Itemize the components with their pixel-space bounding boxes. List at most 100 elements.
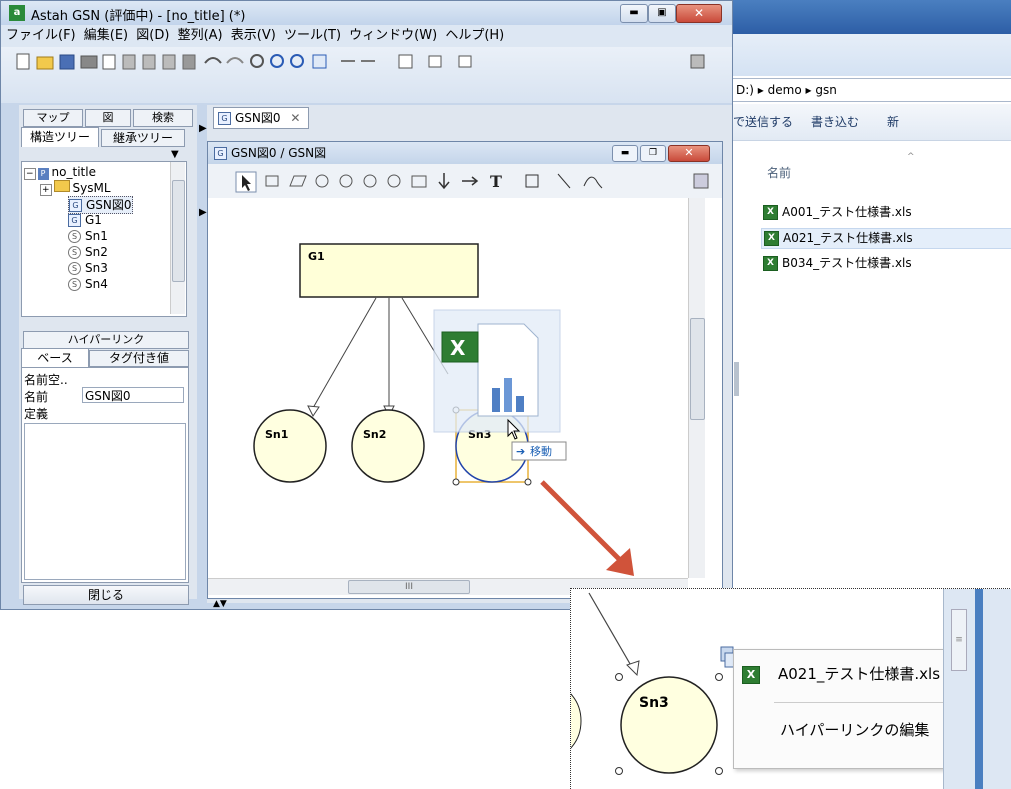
tab-tagged-values[interactable]: タグ付き値 (89, 350, 189, 367)
collapse-icon[interactable]: − (24, 168, 36, 180)
address-bar[interactable]: D:) ▸ demo ▸ gsn (731, 78, 1011, 102)
tree-item-sysml[interactable]: + SysML (40, 180, 111, 196)
image-tool-icon[interactable] (693, 173, 709, 189)
resize-handle[interactable] (615, 767, 623, 775)
menu-align[interactable]: 整列(A) (178, 28, 223, 43)
tree-item-sn1[interactable]: S Sn1 (68, 228, 108, 244)
path-segment-drive[interactable]: D:) (736, 83, 754, 97)
close-tab-icon[interactable]: ✕ (290, 111, 300, 125)
menu-tools[interactable]: ツール(T) (284, 28, 341, 43)
vertical-scroll-thumb[interactable] (690, 318, 705, 420)
diagram-restore-button[interactable]: ❐ (640, 145, 666, 162)
dropdown-arrow-icon[interactable]: ▼ (171, 149, 179, 160)
undo-icon[interactable] (204, 57, 222, 64)
menu-edit[interactable]: 編集(E) (84, 28, 128, 43)
in-context-tool-icon[interactable] (462, 176, 479, 186)
collapse-arrow-icon[interactable]: ▶ (199, 207, 207, 218)
module-tool-icon[interactable] (411, 175, 427, 188)
tree-item-project[interactable]: − Pno_title (24, 164, 96, 180)
supported-by-tool-icon[interactable] (438, 173, 450, 190)
path-segment-gsn[interactable]: gsn (815, 83, 836, 97)
solution-tool-icon[interactable] (315, 174, 329, 188)
definition-field[interactable] (24, 423, 186, 580)
menu-file[interactable]: ファイル(F) (6, 28, 76, 43)
tree-scroll-thumb[interactable] (172, 180, 185, 282)
color-icon[interactable] (690, 54, 705, 69)
diagram-close-button[interactable]: ✕ (668, 145, 710, 162)
burn-button[interactable]: 書き込む (811, 104, 859, 140)
open-folder-icon[interactable] (36, 56, 54, 70)
vertical-scrollbar[interactable] (688, 198, 705, 578)
diagram-minimize-button[interactable]: ▬ (612, 145, 638, 162)
delete-icon[interactable] (182, 54, 196, 70)
doc-tab-gsn0[interactable]: G GSN図0 ✕ (213, 107, 309, 129)
assumption-tool-icon[interactable] (387, 174, 401, 188)
expand-arrows-icon[interactable]: ▲▼ (213, 599, 227, 609)
menu-window[interactable]: ウィンドウ(W) (349, 28, 437, 43)
zoom-icon[interactable] (250, 54, 264, 68)
close-button[interactable]: ✕ (676, 4, 722, 23)
tab-structure-tree[interactable]: 構造ツリー (21, 127, 99, 147)
zoom-out-icon[interactable] (290, 54, 304, 68)
line-tool-icon[interactable] (557, 173, 571, 189)
copy-icon[interactable] (142, 54, 156, 70)
new-button[interactable]: 新 (887, 104, 899, 140)
print-icon[interactable] (80, 55, 98, 69)
align-icon[interactable] (428, 55, 442, 68)
structure-tree[interactable]: − Pno_title + SysML G GSN図0 G G1 S Sn1 S Sn2 S… (21, 161, 187, 317)
redo-icon[interactable] (226, 57, 244, 64)
maximize-button[interactable]: ▣ (648, 4, 676, 23)
layout-icon[interactable] (398, 54, 413, 69)
solution-node-sn2[interactable]: Sn2 (351, 409, 425, 483)
send-button[interactable]: で送信する (733, 104, 793, 140)
fit-icon[interactable] (312, 54, 327, 69)
zoom-sn3-node[interactable]: Sn3 (615, 673, 723, 775)
freehand-tool-icon[interactable] (583, 176, 603, 189)
zoom-in-icon[interactable] (270, 54, 284, 68)
explorer-splitter[interactable] (734, 362, 739, 396)
horizontal-scroll-thumb[interactable]: III (348, 580, 470, 594)
tree-scrollbar[interactable] (170, 162, 185, 314)
select-tool-icon[interactable] (235, 171, 257, 193)
resize-handle[interactable] (615, 673, 623, 681)
tab-diagram[interactable]: 図 (85, 109, 131, 127)
tab-hyperlink[interactable]: ハイパーリンク (23, 331, 189, 349)
tab-map[interactable]: マップ (23, 109, 83, 127)
justification-tool-icon[interactable] (363, 174, 377, 188)
menu-help[interactable]: ヘルプ(H) (445, 28, 504, 43)
text-tool-icon[interactable]: T (490, 172, 502, 191)
file-row[interactable]: X A001_テスト仕様書.xls (763, 203, 912, 221)
menu-diagram[interactable]: 図(D) (136, 28, 169, 43)
resize-handle[interactable] (452, 478, 460, 486)
tree-item-sn3[interactable]: S Sn3 (68, 260, 108, 276)
cut-icon[interactable] (122, 54, 136, 70)
resize-handle[interactable] (715, 767, 723, 775)
strategy-tool-icon[interactable] (289, 175, 307, 187)
tab-base[interactable]: ベース (21, 348, 89, 367)
tree-item-sn4[interactable]: S Sn4 (68, 276, 108, 292)
file-row[interactable]: X B034_テスト仕様書.xls (763, 254, 912, 272)
minimize-button[interactable]: ▬ (620, 4, 648, 23)
tree-item-g1[interactable]: G G1 (68, 212, 102, 228)
name-field[interactable]: GSN図0 (82, 387, 184, 403)
context-tool-icon[interactable] (339, 174, 353, 188)
edge-g1-sn2[interactable] (383, 298, 395, 418)
close-panel-button[interactable]: 閉じる (23, 585, 189, 605)
goal-tool-icon[interactable] (265, 175, 279, 187)
path-segment-demo[interactable]: demo (768, 83, 802, 97)
preview-icon[interactable] (102, 54, 116, 70)
expand-icon[interactable]: + (40, 184, 52, 196)
goal-node-g1[interactable]: G1 (299, 243, 479, 298)
tree-item-sn2[interactable]: S Sn2 (68, 244, 108, 260)
paste-icon[interactable] (162, 54, 176, 70)
resize-handle[interactable] (715, 673, 723, 681)
tab-inheritance-tree[interactable]: 継承ツリー (101, 129, 185, 147)
align-left-icon[interactable] (458, 55, 472, 68)
collapse-arrow-icon[interactable]: ▶ (199, 123, 207, 134)
file-row-selected[interactable]: X A021_テスト仕様書.xls (761, 228, 1011, 249)
menu-view[interactable]: 表示(V) (231, 28, 276, 43)
column-header-name[interactable]: 名前 (767, 164, 791, 181)
new-file-icon[interactable] (16, 53, 30, 70)
tab-search[interactable]: 検索 (133, 109, 193, 127)
menu-item-edit-hyperlink[interactable]: ハイパーリンクの編集 (780, 716, 929, 744)
